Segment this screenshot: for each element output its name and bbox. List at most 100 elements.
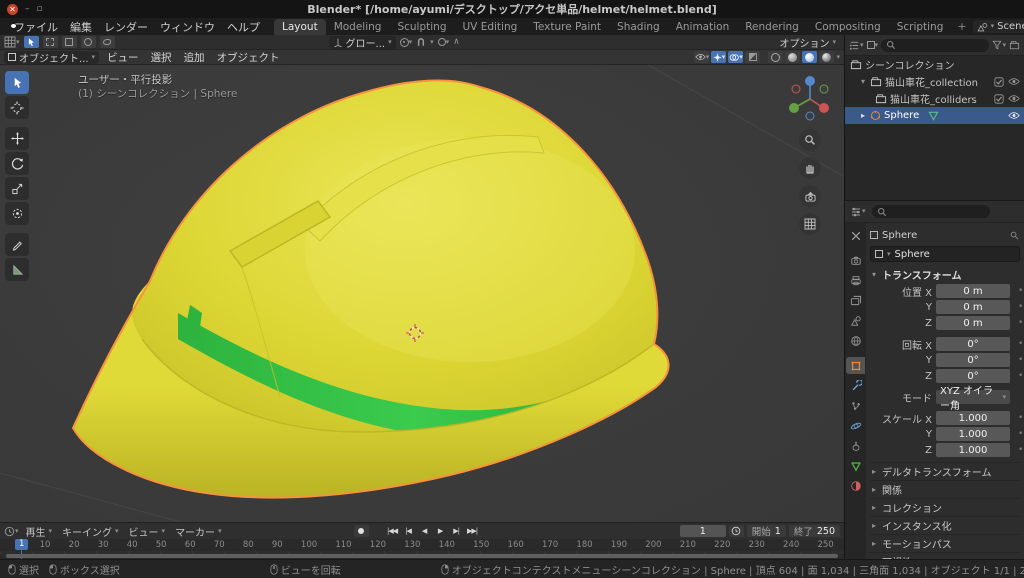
timeline-menu-item[interactable]: ビュー▾ (124, 524, 171, 539)
workspace-tab[interactable]: Sculpting (389, 19, 454, 35)
viewport-menu-item[interactable]: 追加 (178, 50, 211, 65)
measure-tool[interactable] (5, 258, 29, 281)
properties-search-input[interactable] (872, 205, 990, 218)
tab-scene[interactable] (846, 312, 865, 329)
tab-render[interactable] (846, 252, 865, 269)
pin-icon[interactable] (1009, 230, 1020, 241)
shading-material-button[interactable] (802, 51, 817, 63)
gizmo-x-neg[interactable] (792, 85, 800, 93)
scale-x-field[interactable]: 1.000 (936, 411, 1010, 425)
prev-keyframe-button[interactable]: |◀ (401, 525, 416, 537)
editor-type-selector[interactable]: ▾ (4, 36, 20, 48)
workspace-tab[interactable]: Shading (609, 19, 668, 35)
outliner-display-mode-dropdown[interactable]: ▾ (849, 40, 864, 51)
tool-option-circle[interactable] (81, 36, 96, 48)
outliner-search-input[interactable] (881, 39, 989, 52)
transform-tool[interactable] (5, 202, 29, 225)
outliner-row-sphere[interactable]: ▸ Sphere (845, 107, 1024, 124)
expand-icon[interactable]: ▸ (859, 111, 867, 120)
shading-dropdown[interactable]: ▾ (836, 54, 840, 61)
viewport-menu-item[interactable]: 選択 (145, 50, 178, 65)
location-z-field[interactable]: 0 m (936, 316, 1010, 330)
jump-to-end-button[interactable]: ▶▶| (465, 525, 480, 537)
location-y-field[interactable]: 0 m (936, 300, 1010, 314)
tool-option-box[interactable] (62, 36, 77, 48)
tab-modifiers[interactable] (846, 377, 865, 394)
proportional-falloff-icon[interactable]: ∧ (453, 37, 460, 47)
outliner-row-collection[interactable]: ▾ 猫山車花_collection (845, 73, 1024, 90)
gizmo-z-axis[interactable] (805, 76, 815, 86)
properties-editor-type[interactable]: ▾ (850, 206, 866, 218)
timeline-menu-item[interactable]: キーイング▾ (57, 524, 124, 539)
transform-panel-header[interactable]: ▾ トランスフォーム (870, 266, 1020, 283)
proportional-editing-toggle[interactable]: ▾ (438, 38, 450, 46)
object-name-field[interactable]: ▾ Sphere (870, 246, 1020, 262)
snap-toggle[interactable] (416, 37, 426, 47)
active-tool-select-box[interactable] (24, 36, 39, 48)
menu-item[interactable]: 編集 (64, 19, 98, 35)
tab-tool[interactable] (846, 227, 865, 244)
jump-to-start-button[interactable]: |◀◀ (385, 525, 400, 537)
transform-orientation-dropdown[interactable]: グロー...▾ (329, 36, 396, 49)
orientation-gizmo[interactable] (784, 71, 836, 123)
timeline-editor-type[interactable]: ▾ (4, 526, 19, 537)
exclude-checkbox-icon[interactable] (994, 94, 1004, 104)
annotate-tool[interactable] (5, 233, 29, 256)
outliner-filter-button[interactable]: ▾ (992, 40, 1006, 50)
gizmo-x-axis[interactable] (819, 103, 829, 113)
record-button[interactable] (354, 525, 369, 537)
show-overlays-toggle[interactable]: ▾ (728, 51, 743, 63)
tab-object[interactable] (846, 357, 865, 374)
viewport-menu-item[interactable]: オブジェクト (211, 50, 286, 65)
expand-icon[interactable]: ▾ (859, 77, 867, 86)
menu-item[interactable]: ウィンドウ (154, 19, 221, 35)
mode-dropdown[interactable]: オブジェクト...▾ (4, 51, 99, 64)
panel-header[interactable]: ▸コレクション (870, 498, 1020, 515)
tab-constraints[interactable] (846, 437, 865, 454)
panel-header[interactable]: ▸関係 (870, 480, 1020, 497)
rotation-z-field[interactable]: 0° (936, 369, 1010, 383)
next-keyframe-button[interactable]: ▶| (449, 525, 464, 537)
helmet-object[interactable] (73, 80, 669, 497)
panel-header[interactable]: ▸インスタンス化 (870, 516, 1020, 533)
select-box-tool[interactable] (5, 71, 29, 94)
scale-z-field[interactable]: 1.000 (936, 443, 1010, 457)
shading-wireframe-button[interactable] (768, 51, 783, 63)
tool-option-tweak[interactable] (43, 36, 58, 48)
viewport-menu-item[interactable]: ビュー (101, 50, 145, 65)
rotation-mode-dropdown[interactable]: XYZ オイラー角▾ (936, 390, 1010, 404)
tab-world[interactable] (846, 332, 865, 349)
zoom-view-button[interactable] (799, 129, 821, 151)
rotation-y-field[interactable]: 0° (936, 353, 1010, 367)
eye-icon[interactable] (1008, 77, 1020, 86)
frame-end-field[interactable]: 終了250 (789, 525, 840, 537)
workspace-tab[interactable]: Rendering (737, 19, 807, 35)
workspace-tab[interactable]: Compositing (807, 19, 889, 35)
show-gizmo-toggle[interactable]: ▾ (711, 51, 726, 63)
timeline-ruler[interactable]: 1102030405060708090100110120130140150160… (0, 539, 844, 559)
timeline-menu-item[interactable]: 再生▾ (21, 524, 58, 539)
add-workspace-button[interactable]: + (951, 20, 972, 33)
pan-view-button[interactable] (799, 157, 821, 179)
rotate-tool[interactable] (5, 152, 29, 175)
timeline-menu-item[interactable]: マーカー▾ (170, 524, 227, 539)
gizmo-y-neg[interactable] (820, 85, 828, 93)
current-frame-field[interactable]: 1 (680, 525, 726, 537)
viewport-3d[interactable]: ユーザー・平行投影 (1) シーンコレクション | Sphere (0, 65, 844, 522)
outliner-row-colliders[interactable]: 猫山車花_colliders (845, 90, 1024, 107)
outliner-row-scene-collection[interactable]: シーンコレクション (845, 56, 1024, 73)
preview-range-button[interactable] (729, 525, 744, 537)
play-button[interactable]: ▶ (433, 525, 448, 537)
snap-settings-dropdown[interactable]: ▾ (430, 39, 434, 46)
workspace-tab[interactable]: Scripting (889, 19, 952, 35)
panel-header[interactable]: ▸可視性 (870, 552, 1020, 559)
rotation-x-field[interactable]: 0° (936, 337, 1010, 351)
workspace-tab[interactable]: Texture Paint (525, 19, 609, 35)
ortho-toggle-button[interactable] (799, 213, 821, 235)
xray-toggle[interactable] (745, 51, 760, 63)
panel-header[interactable]: ▸デルタトランスフォーム (870, 462, 1020, 479)
exclude-checkbox-icon[interactable] (994, 77, 1004, 87)
location-x-field[interactable]: 0 m (936, 284, 1010, 298)
tab-output[interactable] (846, 272, 865, 289)
scene-selector[interactable]: ▾ Scene (973, 20, 1024, 33)
